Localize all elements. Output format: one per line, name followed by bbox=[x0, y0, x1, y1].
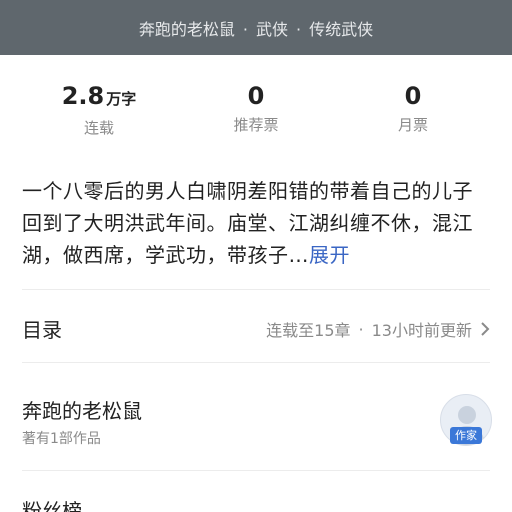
stat-word-count-unit: 万字 bbox=[106, 90, 137, 108]
book-meta: 奔跑的老松鼠 · 武侠 · 传统武侠 bbox=[0, 16, 512, 40]
header-author-link[interactable]: 奔跑的老松鼠 bbox=[139, 20, 235, 39]
book-intro: 一个八零后的男人白啸阴差阳错的带着自己的儿子回到了大明洪武年间。庙堂、江湖纠缠不… bbox=[22, 175, 492, 271]
toc-updated: 13小时前更新 bbox=[371, 321, 472, 340]
subcategory-link[interactable]: 传统武侠 bbox=[309, 20, 373, 39]
author-name[interactable]: 奔跑的老松鼠 bbox=[22, 395, 142, 424]
expand-link[interactable]: 展开 bbox=[309, 243, 350, 267]
author-works: 著有1部作品 bbox=[22, 431, 101, 447]
stat-recommend-label: 推荐票 bbox=[233, 116, 279, 134]
stat-recommend[interactable]: 0 推荐票 bbox=[171, 82, 341, 135]
toc-entry[interactable]: 连载至15章 · 13小时前更新 bbox=[266, 317, 490, 341]
stat-monthly[interactable]: 0 月票 bbox=[328, 82, 498, 135]
chevron-right-icon bbox=[481, 322, 490, 336]
divider bbox=[22, 470, 490, 471]
meta-separator: · bbox=[296, 20, 302, 39]
toc-separator: · bbox=[358, 319, 364, 339]
avatar-head bbox=[458, 406, 476, 424]
author-badge: 作家 bbox=[450, 427, 482, 444]
stat-recommend-value: 0 bbox=[247, 82, 265, 110]
stat-monthly-label: 月票 bbox=[397, 116, 428, 134]
meta-separator: · bbox=[242, 20, 248, 39]
stat-word-count-value: 2.8 bbox=[61, 82, 105, 110]
divider bbox=[22, 289, 490, 290]
toc-status: 连载至15章 bbox=[266, 321, 351, 340]
intro-text: 一个八零后的男人白啸阴差阳错的带着自己的儿子回到了大明洪武年间。庙堂、江湖纠缠不… bbox=[22, 179, 473, 267]
stat-word-count: 2.8 万字 连载 bbox=[14, 82, 184, 138]
toc-title[interactable]: 目录 bbox=[22, 314, 62, 343]
category-link[interactable]: 武侠 bbox=[256, 20, 288, 39]
divider bbox=[22, 362, 490, 363]
stat-monthly-value: 0 bbox=[404, 82, 422, 110]
book-header: 奔跑的老松鼠 · 武侠 · 传统武侠 bbox=[0, 0, 512, 55]
fans-ranking-title[interactable]: 粉丝榜 bbox=[22, 495, 82, 512]
stat-word-count-label: 连载 bbox=[83, 119, 114, 137]
